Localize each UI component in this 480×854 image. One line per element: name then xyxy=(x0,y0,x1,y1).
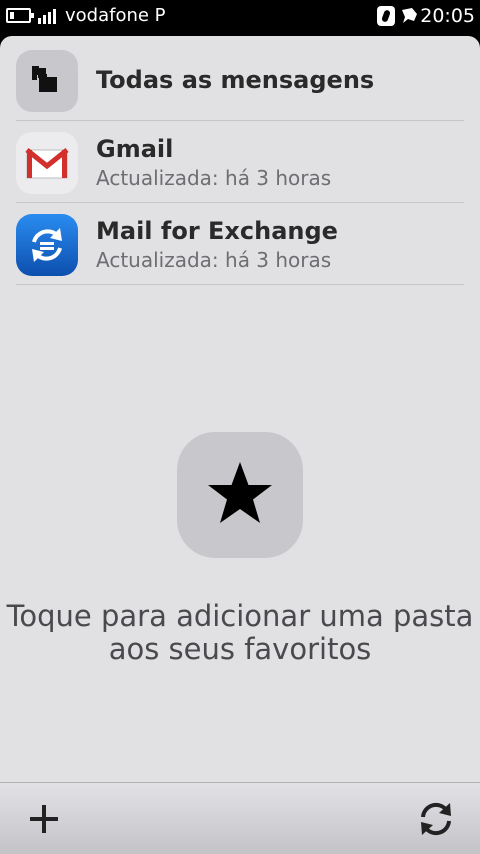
account-title: Gmail xyxy=(96,135,174,163)
folders-icon xyxy=(16,50,78,112)
account-row-all-messages[interactable]: Todas as mensagens xyxy=(16,39,464,121)
email-app-screen: vodafone P 20:05 Todas as mensagens Gmai… xyxy=(0,0,480,854)
favorites-hint[interactable]: Toque para adicionar uma pasta aos seus … xyxy=(0,600,480,666)
operator-name: vodafone P xyxy=(65,5,166,26)
add-favorite-button[interactable] xyxy=(177,432,303,558)
account-title: Mail for Exchange xyxy=(96,217,338,245)
nfc-icon xyxy=(377,6,395,26)
mail-panel: Todas as mensagens Gmail Actualizada: há… xyxy=(0,36,480,782)
account-row-exchange[interactable]: Mail for Exchange Actualizada: há 3 hora… xyxy=(16,203,464,285)
clock: 20:05 xyxy=(420,5,475,27)
favorites-hint-line1: Toque para adicionar uma pasta xyxy=(6,599,474,633)
star-icon xyxy=(208,462,272,523)
account-updated-text: Actualizada: há 3 horas xyxy=(96,248,332,272)
gmail-icon xyxy=(16,132,78,194)
refresh-icon xyxy=(421,802,451,836)
signal-icon xyxy=(38,7,60,24)
bottom-toolbar xyxy=(0,782,480,854)
account-row-gmail[interactable]: Gmail Actualizada: há 3 horas xyxy=(16,121,464,203)
add-account-button[interactable] xyxy=(20,795,68,843)
status-bar: vodafone P 20:05 xyxy=(0,0,480,34)
favorites-hint-line2: aos seus favoritos xyxy=(108,632,372,666)
add-icon xyxy=(30,805,58,833)
refresh-button[interactable] xyxy=(412,795,460,843)
battery-icon xyxy=(6,8,34,23)
account-updated-text: Actualizada: há 3 horas xyxy=(96,166,332,190)
exchange-icon xyxy=(16,214,78,276)
account-title: Todas as mensagens xyxy=(96,66,375,94)
notification-icon xyxy=(400,6,420,26)
